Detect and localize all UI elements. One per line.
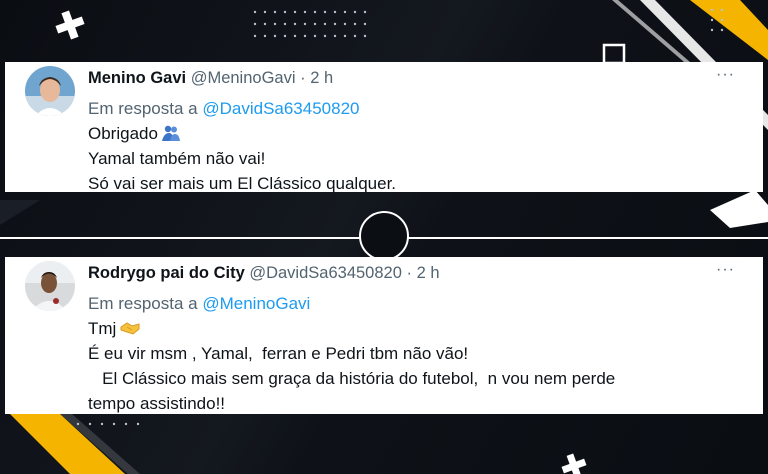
separator-dot: · <box>300 69 306 87</box>
more-options-icon[interactable]: ··· <box>716 261 735 279</box>
tweet-text-line: Só vai ser mais um El Clássico qualquer. <box>88 174 397 193</box>
more-options-icon[interactable]: ··· <box>716 66 735 84</box>
reply-to-link[interactable]: @DavidSa63450820 <box>202 99 359 118</box>
tweet-card[interactable]: Menino Gavi @MeninoGavi · 2 h Em respost… <box>5 62 763 193</box>
tweet-text-line: Tmj <box>88 319 117 338</box>
user-handle[interactable]: @DavidSa63450820 <box>249 264 402 282</box>
display-name[interactable]: Rodrygo pai do City <box>88 264 245 282</box>
avatar[interactable] <box>25 261 75 311</box>
timestamp[interactable]: 2 h <box>417 264 440 282</box>
tweet-card[interactable]: Rodrygo pai do City @DavidSa63450820 · 2… <box>5 257 763 414</box>
user-handle[interactable]: @MeninoGavi <box>191 69 296 87</box>
tweet-text-line: Obrigado <box>88 124 158 143</box>
reply-prefix: Em resposta a <box>88 99 198 118</box>
tweet-text-line: El Clássico mais sem graça da história d… <box>88 369 616 388</box>
avatar[interactable] <box>25 66 75 116</box>
tweet-text-line: Yamal também não vai! <box>88 149 266 168</box>
reply-prefix: Em resposta a <box>88 294 198 313</box>
handshake-icon <box>120 317 140 335</box>
timestamp[interactable]: 2 h <box>310 69 333 87</box>
display-name[interactable]: Menino Gavi <box>88 69 186 87</box>
plus-icon <box>561 453 587 474</box>
people-hugging-icon <box>161 123 180 141</box>
tweet-text-line: É eu vir msm , Yamal, ferran e Pedri tbm… <box>88 344 469 363</box>
separator-dot: · <box>406 264 412 282</box>
tweet-text-line: tempo assistindo!! <box>88 394 226 413</box>
reply-to-link[interactable]: @MeninoGavi <box>202 294 310 313</box>
plus-icon <box>55 10 85 40</box>
